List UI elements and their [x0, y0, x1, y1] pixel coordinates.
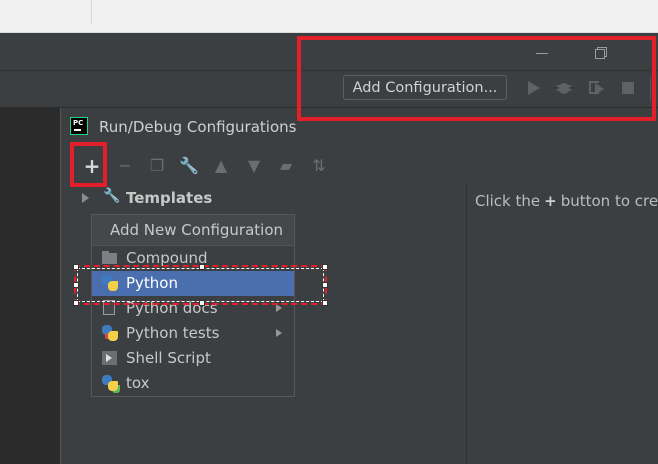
minimize-icon[interactable] — [535, 46, 549, 60]
hint-suffix: button to cre — [560, 192, 658, 210]
tox-icon — [102, 375, 118, 391]
copy-icon[interactable]: ❐ — [148, 157, 166, 175]
move-down-icon[interactable]: ▼ — [245, 157, 263, 175]
remove-icon[interactable]: − — [116, 157, 134, 175]
menu-item-tox[interactable]: tox — [92, 371, 294, 396]
add-configuration-button[interactable]: Add Configuration... — [343, 75, 507, 100]
dialog-title: Run/Debug Configurations — [99, 118, 297, 136]
top-divider — [91, 0, 92, 24]
menu-item-label: Python tests — [126, 324, 220, 342]
menu-item-python[interactable]: Python — [92, 271, 294, 296]
menu-item-python-docs[interactable]: Python docs — [92, 296, 294, 321]
run-with-coverage-icon[interactable] — [588, 80, 604, 96]
restore-icon[interactable] — [594, 46, 608, 60]
toolbar-separator — [650, 77, 651, 101]
popup-header: Add New Configuration — [92, 215, 294, 246]
pycharm-logo-icon: PC — [70, 117, 88, 135]
empty-config-hint: Click the + button to cre — [475, 192, 658, 210]
hint-prefix: Click the — [475, 192, 541, 210]
hint-plus-icon: + — [544, 192, 557, 210]
add-configuration-plus-button[interactable]: + — [83, 156, 101, 176]
stop-icon[interactable] — [621, 80, 637, 96]
ide-title-bar — [0, 33, 658, 71]
menu-item-compound[interactable]: Compound — [92, 246, 294, 271]
menu-item-label: Python docs — [126, 299, 218, 317]
debug-icon[interactable] — [556, 80, 572, 96]
folder-icon[interactable]: ▰ — [277, 157, 295, 175]
wrench-icon[interactable]: 🔧 — [179, 157, 199, 175]
terminal-icon — [102, 350, 118, 366]
run-icon[interactable] — [526, 80, 542, 96]
menu-item-label: tox — [126, 374, 150, 392]
templates-node[interactable]: Templates — [126, 189, 212, 207]
main-toolbar: Add Configuration... — [0, 71, 658, 108]
submenu-arrow-icon — [276, 304, 282, 312]
python-tests-icon — [102, 325, 118, 341]
python-icon — [102, 275, 118, 291]
expand-arrow-icon[interactable] — [82, 193, 89, 203]
menu-item-python-tests[interactable]: Python tests — [92, 321, 294, 346]
editor-background — [0, 108, 58, 464]
folder-icon — [102, 250, 118, 266]
sort-icon[interactable]: ⇅ — [310, 157, 328, 175]
menu-item-shell-script[interactable]: Shell Script — [92, 346, 294, 371]
popup-header-label: Add New Configuration — [110, 221, 284, 239]
submenu-arrow-icon — [276, 329, 282, 337]
move-up-icon[interactable]: ▲ — [212, 157, 230, 175]
menu-item-label: Shell Script — [126, 349, 211, 367]
document-icon — [102, 300, 118, 316]
menu-item-label: Compound — [126, 249, 208, 267]
templates-wrench-icon: 🔧 — [103, 188, 121, 204]
top-strip — [0, 0, 658, 33]
menu-item-label: Python — [126, 274, 178, 292]
add-new-configuration-popup: Add New Configuration Compound Python Py… — [91, 214, 295, 397]
